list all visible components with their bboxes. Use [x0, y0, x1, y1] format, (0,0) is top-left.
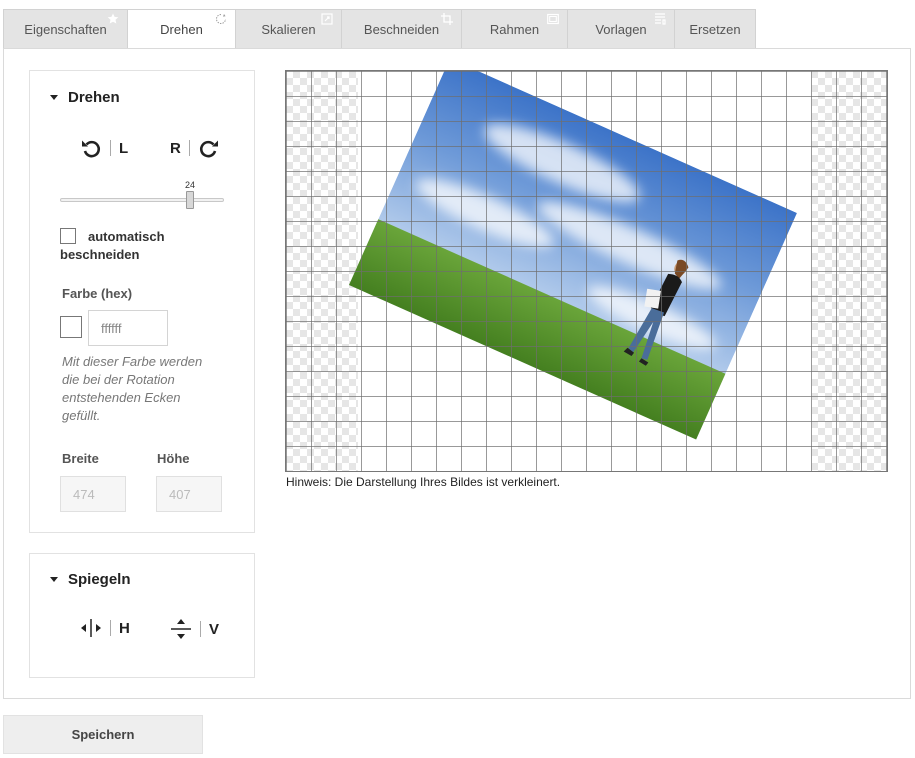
tab-label: Vorlagen [595, 21, 647, 37]
template-icon [655, 13, 666, 25]
mirror-vertical-button[interactable]: V [170, 618, 219, 640]
color-swatch[interactable] [60, 316, 82, 338]
separator [110, 140, 111, 156]
tab-label: Ersetzen [689, 21, 741, 37]
rotate-right-label: R [170, 139, 181, 157]
color-hint: Mit dieser Farbe werden die bei der Rota… [62, 354, 203, 423]
tab-skalieren[interactable]: Skalieren [236, 9, 342, 49]
rotate-section-title: Drehen [68, 89, 120, 106]
resize-icon [321, 13, 333, 25]
rotation-slider[interactable] [60, 191, 224, 209]
tab-drehen[interactable]: Drehen [128, 9, 236, 49]
tab-label: Drehen [160, 21, 203, 37]
color-hex-input[interactable]: ffffff [88, 310, 168, 346]
tab-vorlagen[interactable]: Vorlagen [568, 9, 675, 49]
tab-label: Beschneiden [363, 21, 440, 37]
rotate-right-icon [199, 140, 218, 158]
rotation-slider-handle[interactable] [186, 191, 194, 209]
collapse-triangle-icon [50, 95, 58, 100]
rotate-section: Drehen L R 24 automatisch beschneiden Fa… [29, 70, 255, 533]
separator [200, 621, 201, 637]
tab-label: Rahmen [489, 21, 540, 37]
rotate-left-label: L [119, 139, 129, 157]
width-label: Breite [62, 451, 99, 466]
editor-panel: Drehen L R 24 automatisch beschneiden Fa… [3, 48, 911, 699]
star-icon [107, 13, 119, 24]
image-preview-canvas[interactable] [285, 70, 888, 472]
tab-ersetzen[interactable]: Ersetzen [675, 9, 756, 49]
separator [188, 140, 190, 156]
flip-vertical-icon [171, 619, 191, 639]
collapse-triangle-icon [50, 577, 58, 582]
tab-label: Skalieren [261, 21, 316, 37]
mirror-section: Spiegeln H V [29, 553, 255, 678]
rotate-right-button[interactable]: R [170, 137, 220, 159]
height-input[interactable]: 407 [156, 476, 222, 512]
frame-icon [547, 13, 559, 25]
auto-crop-label: automatisch beschneiden [60, 229, 165, 262]
rotate-icon [216, 14, 226, 24]
width-input[interactable]: 474 [60, 476, 126, 512]
rotation-value: 24 [184, 180, 195, 190]
mirror-h-label: H [119, 619, 130, 637]
mirror-v-label: V [209, 620, 220, 638]
rotate-section-header[interactable]: Drehen [50, 89, 120, 106]
mirror-horizontal-button[interactable]: H [80, 618, 130, 638]
flip-horizontal-icon [81, 619, 101, 637]
rotate-left-icon [82, 140, 101, 158]
color-label: Farbe (hex) [62, 286, 133, 301]
tab-bar: Eigenschaften Drehen Skalieren Beschneid… [3, 9, 756, 49]
tab-rahmen[interactable]: Rahmen [462, 9, 568, 49]
mirror-section-header[interactable]: Spiegeln [50, 571, 131, 588]
separator [110, 620, 111, 636]
tab-eigenschaften[interactable]: Eigenschaften [3, 9, 128, 49]
tab-beschneiden[interactable]: Beschneiden [342, 9, 462, 49]
tab-label: Eigenschaften [24, 21, 107, 37]
auto-crop-checkbox[interactable] [60, 228, 76, 244]
preview-scale-note: Hinweis: Die Darstellung Ihres Bildes is… [286, 475, 561, 489]
mirror-section-title: Spiegeln [68, 571, 131, 588]
crop-icon [441, 13, 453, 25]
height-label: Höhe [157, 451, 190, 466]
save-button[interactable]: Speichern [3, 715, 203, 754]
rotate-left-button[interactable]: L [80, 137, 128, 159]
